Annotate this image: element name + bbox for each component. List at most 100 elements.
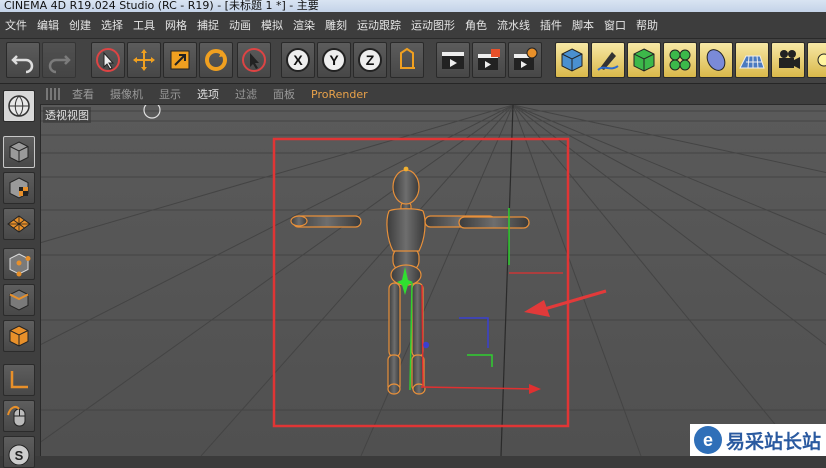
menu-script[interactable]: 脚本 xyxy=(567,17,599,33)
floor-button[interactable] xyxy=(735,42,769,78)
deformer-icon xyxy=(706,49,726,71)
render-settings-button[interactable] xyxy=(508,42,542,78)
render-to-picture-viewer-button[interactable] xyxy=(472,42,506,78)
main-toolbar: X Y Z xyxy=(0,39,826,84)
points-mode-button[interactable] xyxy=(3,248,35,280)
viewport-menu-filter[interactable]: 过滤 xyxy=(227,86,265,102)
menu-pipeline[interactable]: 流水线 xyxy=(492,17,535,33)
menu-character[interactable]: 角色 xyxy=(460,17,492,33)
title-bar: CINEMA 4D R19.024 Studio (RC - R19) - [未… xyxy=(0,0,826,12)
menu-create[interactable]: 创建 xyxy=(64,17,96,33)
menu-window[interactable]: 窗口 xyxy=(599,17,631,33)
scale-icon xyxy=(170,50,190,70)
undo-button[interactable] xyxy=(6,42,40,78)
recent-tool-button[interactable] xyxy=(237,42,271,78)
scale-button[interactable] xyxy=(163,42,197,78)
menu-sculpt[interactable]: 雕刻 xyxy=(320,17,352,33)
deformer-button[interactable] xyxy=(699,42,733,78)
left-toolbar: S xyxy=(0,84,41,468)
viewport-menu-panel[interactable]: 面板 xyxy=(265,86,303,102)
menu-file[interactable]: 文件 xyxy=(0,17,32,33)
axis-mode-button[interactable] xyxy=(3,364,35,396)
cube-button[interactable] xyxy=(555,42,589,78)
head-pivot-point xyxy=(403,166,409,172)
edges-mode-icon xyxy=(9,289,29,311)
render-view-button[interactable] xyxy=(436,42,470,78)
menu-edit[interactable]: 编辑 xyxy=(32,17,64,33)
viewport-menu-cameras[interactable]: 摄像机 xyxy=(102,86,151,102)
menu-snap[interactable]: 捕捉 xyxy=(192,17,224,33)
z-axis-lock-button[interactable]: Z xyxy=(353,42,387,78)
move-icon xyxy=(133,49,155,71)
knee-pivot-point xyxy=(422,341,430,349)
polygons-mode-button[interactable] xyxy=(3,320,35,352)
menu-select[interactable]: 选择 xyxy=(96,17,128,33)
viewport-menu-view[interactable]: 查看 xyxy=(64,86,102,102)
perspective-viewport[interactable]: 透视视图 xyxy=(41,105,826,456)
move-button[interactable] xyxy=(127,42,161,78)
render-to-picture-viewer-icon xyxy=(478,49,500,70)
window-title: CINEMA 4D R19.024 Studio (RC - R19) - [未… xyxy=(4,0,319,12)
subdivision-icon xyxy=(633,48,655,72)
coordinate-system-button[interactable] xyxy=(390,42,424,78)
workplane-icon xyxy=(7,215,31,233)
viewport-menu-options[interactable]: 选项 xyxy=(189,86,227,102)
render-view-icon xyxy=(442,52,464,69)
light-button[interactable] xyxy=(807,42,826,78)
cube-icon xyxy=(561,48,583,72)
menu-plugins[interactable]: 插件 xyxy=(535,17,567,33)
menu-simulate[interactable]: 模拟 xyxy=(256,17,288,33)
viewport-menu-prorender[interactable]: ProRender xyxy=(303,88,376,101)
render-settings-icon xyxy=(514,47,538,70)
redo-button[interactable] xyxy=(42,42,76,78)
make-editable-button[interactable] xyxy=(3,90,35,122)
redo-icon xyxy=(48,55,71,74)
menu-help[interactable]: 帮助 xyxy=(631,17,663,33)
mouse-icon xyxy=(7,406,26,427)
y-axis-lock-button[interactable]: Y xyxy=(317,42,351,78)
z-axis-lock-icon: Z xyxy=(358,48,382,72)
points-mode-icon xyxy=(9,253,31,277)
snap-icon: S xyxy=(8,444,30,465)
rotate-button[interactable] xyxy=(199,42,233,78)
workplane-mode-button[interactable] xyxy=(3,208,35,240)
subdivision-button[interactable] xyxy=(627,42,661,78)
menu-mesh[interactable]: 网格 xyxy=(160,17,192,33)
axis-icon xyxy=(10,371,28,389)
pen-button[interactable] xyxy=(591,42,625,78)
viewport-scene[interactable] xyxy=(41,105,826,456)
menu-mograph[interactable]: 运动图形 xyxy=(406,17,460,33)
cloner-button[interactable] xyxy=(663,42,697,78)
live-selection-button[interactable] xyxy=(91,42,125,78)
x-axis-lock-icon: X xyxy=(286,48,310,72)
viewbar-grip-icon[interactable] xyxy=(46,88,60,100)
light-icon xyxy=(817,53,826,67)
watermark-logo-icon: e xyxy=(694,426,722,454)
floor-icon xyxy=(739,55,765,69)
coordinate-system-icon xyxy=(400,47,415,69)
texture-mode-icon xyxy=(9,177,29,199)
model-mode-icon xyxy=(9,141,29,163)
recent-tool-icon xyxy=(242,48,266,72)
viewport-menu-display[interactable]: 显示 xyxy=(151,86,189,102)
menu-motion-tracking[interactable]: 运动跟踪 xyxy=(352,17,406,33)
site-watermark: e 易采站长站 xyxy=(690,424,826,456)
snap-button[interactable]: S xyxy=(3,436,35,468)
viewport-menu-bar: 查看 摄像机 显示 选项 过滤 面板 ProRender xyxy=(40,84,826,105)
edges-mode-button[interactable] xyxy=(3,284,35,316)
menu-tools[interactable]: 工具 xyxy=(128,17,160,33)
menu-bar: 文件 编辑 创建 选择 工具 网格 捕捉 动画 模拟 渲染 雕刻 运动跟踪 运动… xyxy=(0,12,826,39)
x-axis-label: X xyxy=(293,52,303,68)
cloner-icon xyxy=(669,49,691,71)
pen-icon xyxy=(597,52,619,71)
menu-render[interactable]: 渲染 xyxy=(288,17,320,33)
polygons-mode-icon xyxy=(9,325,29,347)
x-axis-lock-button[interactable]: X xyxy=(281,42,315,78)
camera-button[interactable] xyxy=(771,42,805,78)
globe-icon xyxy=(8,95,30,117)
rotate-icon xyxy=(205,49,227,71)
menu-animate[interactable]: 动画 xyxy=(224,17,256,33)
model-mode-button[interactable] xyxy=(3,136,35,168)
texture-mode-button[interactable] xyxy=(3,172,35,204)
tweak-mode-button[interactable] xyxy=(3,400,35,432)
